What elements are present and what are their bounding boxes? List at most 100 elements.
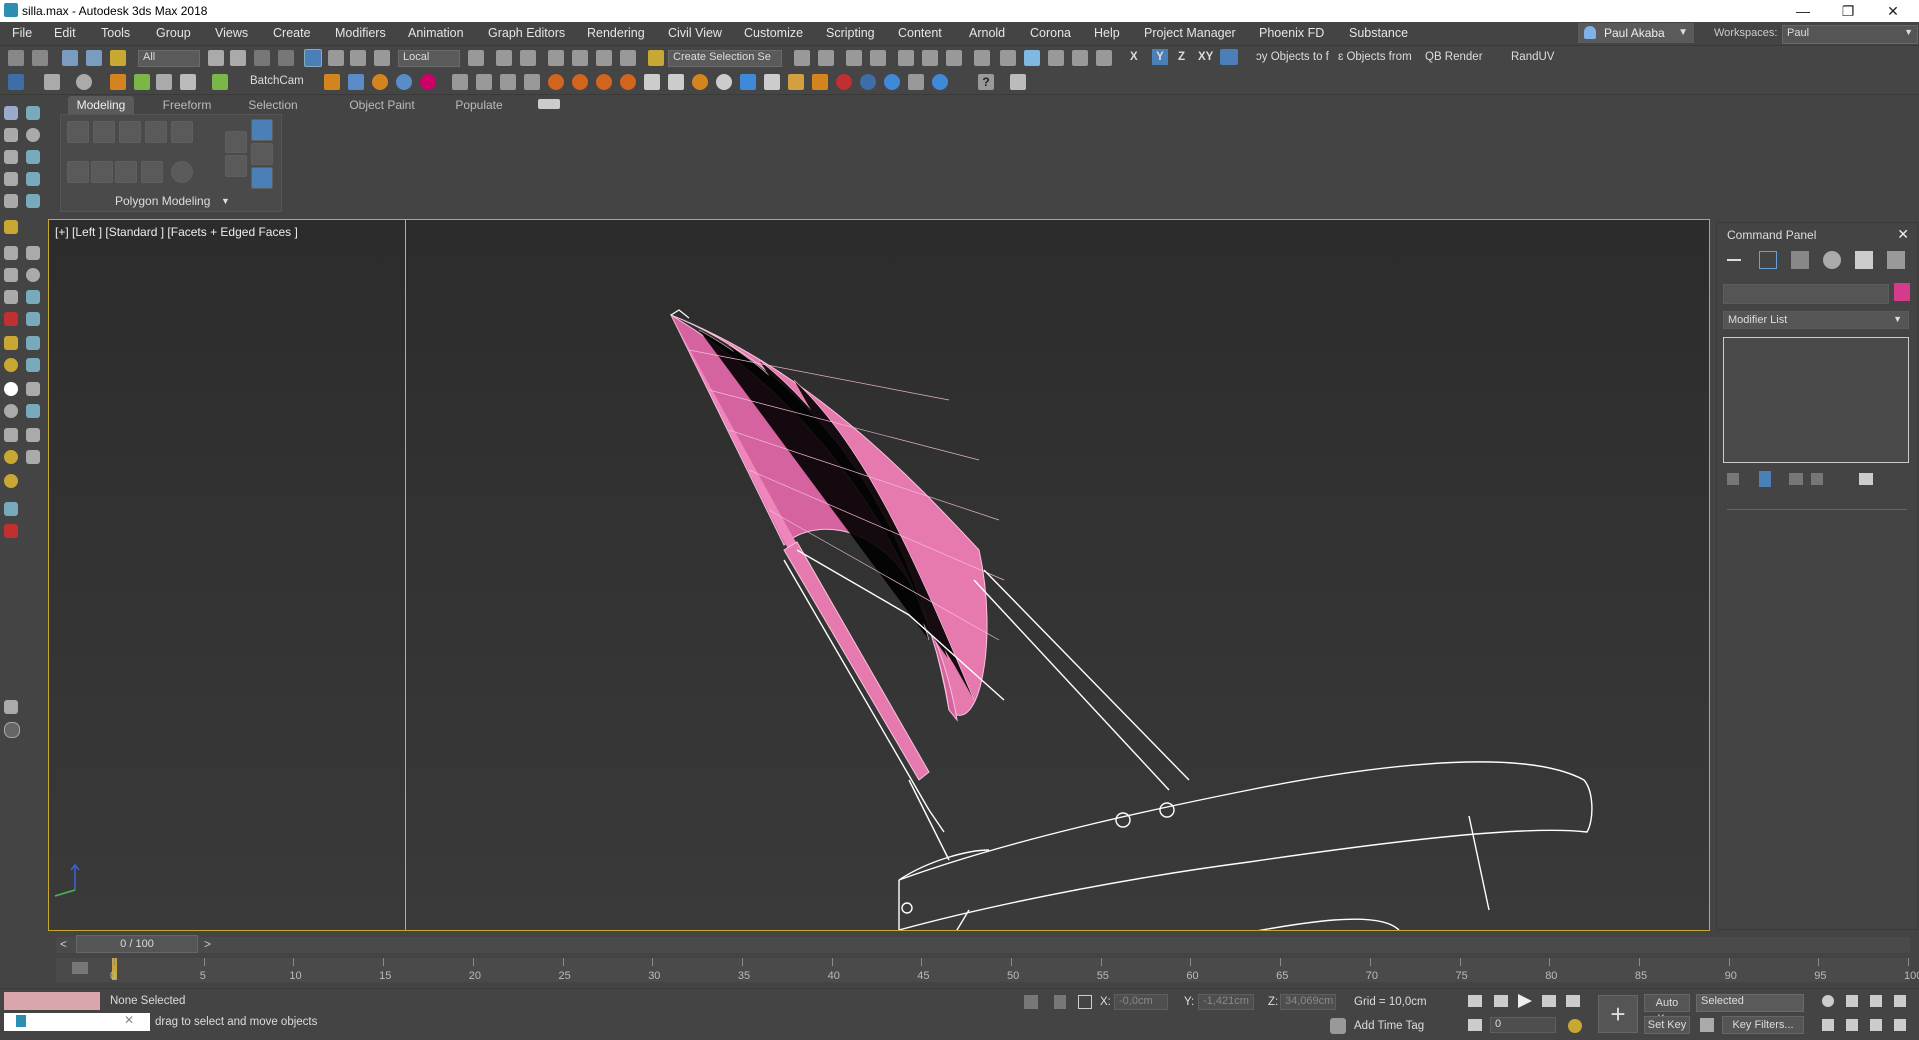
zoom-extents-all-icon[interactable] xyxy=(1894,995,1906,1007)
object-color-swatch[interactable] xyxy=(1894,283,1910,301)
material-editor-icon[interactable] xyxy=(946,50,962,66)
prev-frame-icon[interactable]: < xyxy=(60,937,67,951)
curve-editor-mini-icon[interactable] xyxy=(72,962,88,974)
pivot-center-icon[interactable] xyxy=(468,50,484,66)
smoke-icon[interactable] xyxy=(644,74,660,90)
help-icon[interactable] xyxy=(4,722,20,738)
select-and-move-icon[interactable] xyxy=(304,49,322,67)
configure-modifier-sets-icon[interactable] xyxy=(1859,473,1873,485)
grid-orange-icon[interactable] xyxy=(324,74,340,90)
selection-lock-icon[interactable] xyxy=(1024,995,1038,1009)
ribbon-tool-6-button[interactable] xyxy=(225,131,247,153)
fx-icon[interactable] xyxy=(110,74,126,90)
ribbon-tool-2-button[interactable] xyxy=(91,161,113,183)
tab-populate[interactable]: Populate xyxy=(446,96,512,114)
modifier-stack[interactable] xyxy=(1723,337,1909,463)
systems-icon[interactable] xyxy=(4,290,18,304)
rotate-icon[interactable] xyxy=(328,50,344,66)
biped-icon[interactable] xyxy=(26,312,40,326)
maxscript-listener[interactable] xyxy=(4,992,100,1010)
hair-icon[interactable] xyxy=(26,172,40,186)
app-icon[interactable] xyxy=(4,3,18,17)
vertex-button[interactable] xyxy=(67,121,89,143)
spacewarp-icon[interactable] xyxy=(4,268,18,282)
cone-icon[interactable] xyxy=(4,428,18,442)
trash-icon[interactable] xyxy=(524,74,540,90)
container-icon[interactable] xyxy=(26,194,40,208)
select-manipulate-icon[interactable] xyxy=(496,50,512,66)
lock-icon[interactable] xyxy=(1054,995,1066,1009)
pan-icon[interactable] xyxy=(1846,1019,1858,1031)
menu-animation[interactable]: Animation xyxy=(408,26,464,40)
stop-icon[interactable] xyxy=(500,74,516,90)
torus-icon[interactable] xyxy=(4,404,18,418)
redo-icon[interactable] xyxy=(32,50,48,66)
axis-z-button[interactable]: Z xyxy=(1178,51,1185,63)
element-button[interactable] xyxy=(171,121,193,143)
qb-render-button[interactable]: QB Render xyxy=(1425,51,1483,63)
menu-edit[interactable]: Edit xyxy=(54,26,76,40)
tab-object-paint[interactable]: Object Paint xyxy=(342,96,422,114)
menu-customize[interactable]: Customize xyxy=(744,26,803,40)
bulb-icon[interactable] xyxy=(26,450,40,464)
set-key-button[interactable]: Set Key xyxy=(1644,1016,1690,1034)
zoom-all-icon[interactable] xyxy=(1846,995,1858,1007)
sun-icon[interactable] xyxy=(4,450,18,464)
loop-icon[interactable] xyxy=(26,428,40,442)
sphere-icon[interactable] xyxy=(26,128,40,142)
planet-icon[interactable] xyxy=(932,74,948,90)
spinner-snap-icon[interactable] xyxy=(620,50,636,66)
camera-icon[interactable] xyxy=(4,246,18,260)
render-cloud-icon[interactable] xyxy=(1096,50,1112,66)
tab-selection[interactable]: Selection xyxy=(240,96,306,114)
edit-named-selection-icon[interactable] xyxy=(648,50,664,66)
menu-create[interactable]: Create xyxy=(273,26,311,40)
ribbon-tool-8-button[interactable] xyxy=(251,143,273,165)
play-icon[interactable] xyxy=(1518,994,1532,1008)
show-end-result-icon[interactable] xyxy=(1759,471,1771,487)
layer-manager-icon[interactable] xyxy=(846,50,862,66)
mirror-icon[interactable] xyxy=(794,50,810,66)
fire-2-icon[interactable] xyxy=(572,74,588,90)
menu-modifiers[interactable]: Modifiers xyxy=(335,26,386,40)
menu-civil-view[interactable]: Civil View xyxy=(668,26,722,40)
axis-xy-toggle-icon[interactable] xyxy=(1220,49,1238,65)
render-online-icon[interactable] xyxy=(1072,50,1088,66)
key-mode-icon[interactable] xyxy=(1468,1019,1482,1031)
polygon-button[interactable] xyxy=(145,121,167,143)
set-key-big-button[interactable]: + xyxy=(1598,995,1638,1033)
curve-editor-icon[interactable] xyxy=(898,50,914,66)
menu-scripting[interactable]: Scripting xyxy=(826,26,875,40)
menu-corona[interactable]: Corona xyxy=(1030,26,1071,40)
orbit-icon[interactable] xyxy=(1870,1019,1882,1031)
menu-rendering[interactable]: Rendering xyxy=(587,26,645,40)
tool-icon[interactable] xyxy=(156,74,172,90)
make-unique-icon[interactable] xyxy=(1789,473,1803,485)
rect-selection-icon[interactable] xyxy=(254,50,270,66)
next-frame-icon[interactable]: > xyxy=(204,937,211,951)
batchcam-button[interactable]: BatchCam xyxy=(250,75,304,87)
selection-filter-dropdown[interactable]: All xyxy=(138,50,200,67)
time-slider[interactable]: < 0 / 100 > xyxy=(56,935,1910,955)
modify-tab-icon[interactable] xyxy=(1759,251,1777,269)
close-button[interactable]: ✕ xyxy=(1875,2,1911,20)
help-icon[interactable]: ? xyxy=(978,74,994,90)
auto-key-button[interactable]: Auto Key xyxy=(1644,994,1690,1025)
display-tab-icon[interactable] xyxy=(1855,251,1873,269)
ball-icon[interactable] xyxy=(4,474,18,488)
edge-button[interactable] xyxy=(93,121,115,143)
fabric-icon[interactable] xyxy=(26,382,40,396)
scene-explorer-icon[interactable] xyxy=(870,50,886,66)
menu-phoenix-fd[interactable]: Phoenix FD xyxy=(1259,26,1324,40)
reference-coordinate-dropdown[interactable]: Local xyxy=(398,50,460,67)
folder-icon[interactable] xyxy=(4,336,18,350)
place-icon[interactable] xyxy=(374,50,390,66)
fire-icon[interactable] xyxy=(548,74,564,90)
light-icon[interactable] xyxy=(4,220,18,234)
prev-key-icon[interactable] xyxy=(1494,995,1508,1007)
schematic-view-icon[interactable] xyxy=(922,50,938,66)
list-icon[interactable] xyxy=(4,172,18,186)
add-time-tag[interactable]: Add Time Tag xyxy=(1354,1020,1424,1032)
bookmark-icon[interactable] xyxy=(4,700,18,714)
key-tangent-icon[interactable] xyxy=(1700,1018,1714,1032)
